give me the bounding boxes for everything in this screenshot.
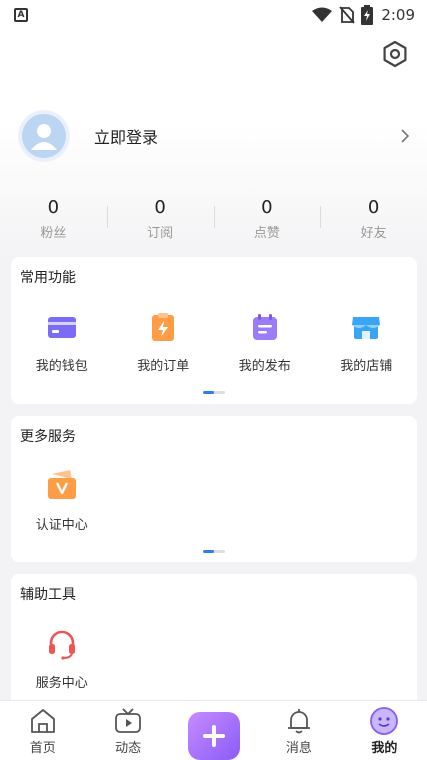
tab-label: 动态: [115, 741, 142, 756]
battery-charging-icon: [361, 5, 374, 25]
grid-label: 我的钱包: [35, 359, 88, 374]
settings-hexagon-icon: [383, 40, 407, 68]
section-title: 辅助工具: [20, 587, 76, 603]
bottom-tab-bar: 首页 动态 消息 我的: [0, 700, 427, 760]
shop-icon: [352, 317, 381, 339]
profile-header: 立即登录 0 粉丝 0 订阅 0 点赞 0 好友: [0, 30, 427, 260]
verification-center-button[interactable]: 认证中心: [11, 470, 113, 533]
smile-icon: [370, 707, 399, 735]
status-time: 2:09: [381, 6, 415, 24]
order-icon: [152, 313, 175, 341]
tab-label: 我的: [371, 741, 398, 756]
grid-label: 我的店铺: [340, 359, 393, 374]
orders-button[interactable]: 我的订单: [113, 311, 215, 374]
stat-label: 好友: [360, 226, 387, 241]
page-indicator-active: [203, 550, 214, 553]
tv-icon: [115, 708, 142, 733]
default-avatar-icon: [22, 114, 66, 158]
grid-label: 我的订单: [137, 359, 190, 374]
grid-label: 认证中心: [35, 518, 88, 533]
grid-label: 服务中心: [35, 676, 88, 691]
tab-home[interactable]: 首页: [0, 701, 85, 760]
bell-icon: [287, 709, 310, 734]
stat-value: 0: [154, 197, 166, 218]
tab-mine[interactable]: 我的: [342, 701, 427, 760]
common-functions-card: 常用功能 我的钱包 我的订单 我的发布 我的店铺: [11, 257, 417, 404]
page-indicator: [203, 391, 225, 394]
grid-label: 我的发布: [238, 359, 291, 374]
plus-icon: [202, 725, 225, 747]
wallet-icon: [47, 317, 76, 338]
stat-fans[interactable]: 0 粉丝: [0, 196, 107, 244]
login-link[interactable]: 立即登录: [94, 124, 397, 148]
stat-value: 0: [367, 197, 380, 218]
stat-likes[interactable]: 0 点赞: [213, 196, 321, 244]
stat-label: 粉丝: [40, 226, 67, 241]
stat-value: 0: [47, 197, 60, 218]
tools-card: 辅助工具 服务中心: [11, 574, 417, 714]
tab-label: 首页: [29, 741, 56, 756]
page-indicator-active: [203, 391, 214, 394]
wifi-icon: [312, 7, 333, 22]
status-bar: A 2:09: [0, 0, 427, 30]
headset-icon: [48, 630, 75, 660]
home-icon: [30, 709, 55, 733]
publish-icon: [252, 314, 277, 340]
verify-icon: [47, 470, 76, 499]
page-indicator: [203, 550, 225, 553]
stat-value: 0: [261, 197, 273, 218]
stat-subscriptions[interactable]: 0 订阅: [106, 196, 214, 244]
tab-label: 消息: [285, 741, 312, 756]
create-button[interactable]: [187, 712, 240, 760]
avatar[interactable]: [18, 110, 70, 162]
settings-button[interactable]: [381, 40, 409, 68]
app-notification-icon: A: [14, 8, 28, 22]
shop-button[interactable]: 我的店铺: [316, 311, 418, 374]
tab-feed[interactable]: 动态: [85, 701, 170, 760]
section-title: 常用功能: [20, 270, 76, 286]
no-sim-icon: [339, 6, 355, 24]
stats-row: 0 粉丝 0 订阅 0 点赞 0 好友: [0, 196, 427, 244]
service-center-button[interactable]: 服务中心: [11, 628, 113, 691]
more-services-card: 更多服务 认证中心: [11, 416, 417, 562]
stat-friends[interactable]: 0 好友: [320, 196, 427, 244]
login-row[interactable]: 立即登录: [18, 108, 413, 164]
stat-label: 点赞: [253, 226, 280, 241]
tab-create[interactable]: [171, 701, 256, 760]
publish-button[interactable]: 我的发布: [214, 311, 316, 374]
wallet-button[interactable]: 我的钱包: [11, 311, 113, 374]
tab-messages[interactable]: 消息: [256, 701, 341, 760]
section-title: 更多服务: [20, 429, 76, 445]
chevron-right-icon: [401, 129, 410, 143]
stat-label: 订阅: [147, 226, 174, 241]
